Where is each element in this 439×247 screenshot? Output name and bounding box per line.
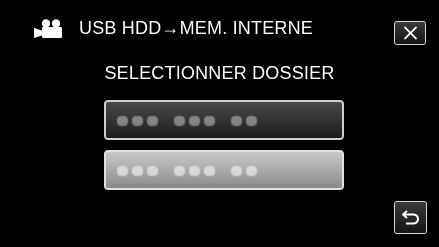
back-button[interactable]: [394, 201, 427, 234]
close-button[interactable]: [394, 21, 426, 45]
blurred-folder-name: [117, 166, 257, 176]
header: USB HDD→MEM. INTERNE: [0, 8, 439, 48]
movie-camera-icon: [33, 19, 67, 39]
page-title: USB HDD→MEM. INTERNE: [79, 18, 314, 38]
select-folder-heading: SELECTIONNER DOSSIER: [104, 63, 335, 83]
folder-option-2[interactable]: [104, 150, 344, 190]
folder-option-1[interactable]: [104, 100, 344, 140]
close-icon: [403, 26, 418, 40]
blurred-folder-name: [117, 116, 257, 126]
screen: USB HDD→MEM. INTERNE SELECTIONNER DOSSIE…: [0, 0, 439, 247]
return-icon: [402, 210, 419, 225]
